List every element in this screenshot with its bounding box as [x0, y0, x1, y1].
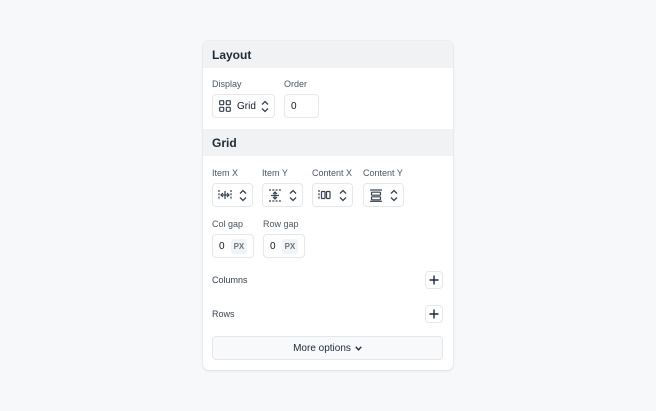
more-options-label: More options: [293, 342, 351, 354]
item-x-label: Item X: [212, 168, 239, 178]
justify-items-icon: [218, 189, 232, 201]
plus-icon: [429, 275, 439, 285]
chevron-up-down-icon: [239, 188, 247, 202]
content-y-label: Content Y: [363, 168, 403, 178]
col-gap-label: Col gap: [212, 219, 244, 229]
add-column-button[interactable]: [425, 271, 443, 289]
grid-layout-icon: [219, 100, 231, 112]
grid-section-header: Grid: [203, 129, 453, 156]
layout-section-header: Layout: [203, 41, 453, 68]
chevron-up-down-icon: [390, 188, 398, 202]
order-label: Order: [284, 79, 308, 89]
display-label: Display: [212, 79, 242, 89]
justify-content-icon: [318, 189, 332, 201]
row-gap-input[interactable]: 0 PX: [263, 234, 305, 258]
rows-label: Rows: [212, 309, 235, 319]
order-value: 0: [291, 100, 297, 112]
grid-section-title: Grid: [212, 135, 237, 150]
chevron-up-down-icon: [289, 188, 297, 202]
item-y-select[interactable]: [262, 183, 303, 207]
chevron-up-down-icon: [339, 188, 347, 202]
content-y-select[interactable]: [363, 183, 404, 207]
columns-label: Columns: [212, 275, 248, 285]
plus-icon: [429, 309, 439, 319]
more-options-button[interactable]: More options: [212, 336, 443, 360]
align-items-icon: [268, 188, 282, 202]
row-gap-value: 0: [270, 240, 276, 252]
properties-panel: Layout Display Order Grid 0 Grid Item X …: [203, 41, 453, 370]
item-x-select[interactable]: [212, 183, 253, 207]
align-content-icon: [369, 188, 383, 202]
chevron-down-icon: [355, 345, 362, 351]
col-gap-unit[interactable]: PX: [230, 238, 248, 254]
col-gap-input[interactable]: 0 PX: [212, 234, 254, 258]
order-input[interactable]: 0: [284, 94, 319, 118]
row-gap-label: Row gap: [263, 219, 299, 229]
add-row-button[interactable]: [425, 305, 443, 323]
col-gap-value: 0: [219, 240, 225, 252]
chevron-up-down-icon: [261, 99, 269, 113]
display-select[interactable]: Grid: [212, 94, 275, 118]
content-x-label: Content X: [312, 168, 353, 178]
display-value: Grid: [237, 100, 256, 112]
row-gap-unit[interactable]: PX: [281, 238, 299, 254]
content-x-select[interactable]: [312, 183, 353, 207]
item-y-label: Item Y: [262, 168, 288, 178]
layout-section-title: Layout: [212, 47, 252, 62]
